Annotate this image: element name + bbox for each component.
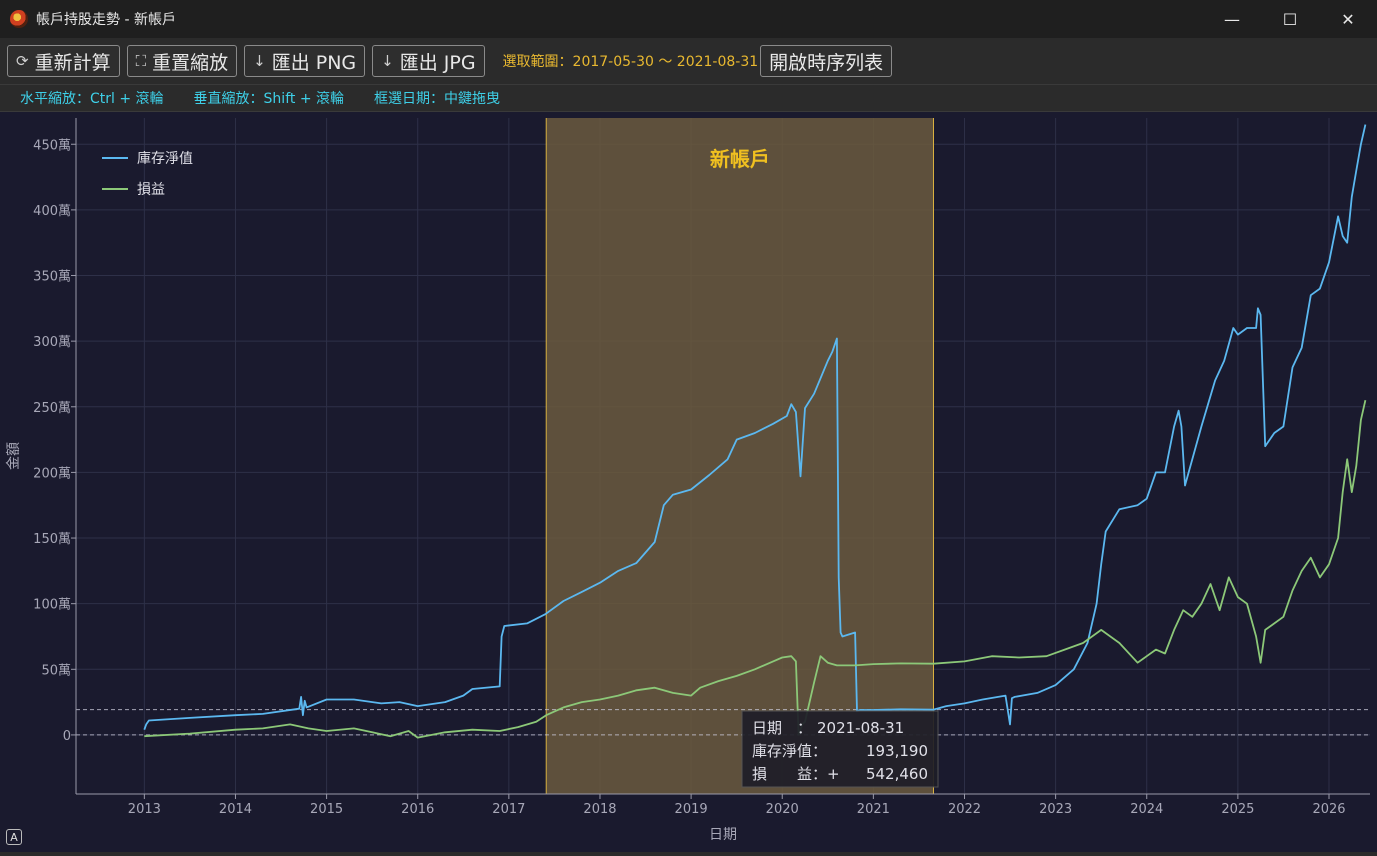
refresh-icon: ⟳ bbox=[16, 52, 29, 70]
legend-label: 損益 bbox=[137, 182, 165, 198]
y-tick-label: 250萬 bbox=[33, 401, 71, 416]
y-tick-label: 100萬 bbox=[33, 598, 71, 613]
x-tick-label: 2020 bbox=[766, 802, 799, 817]
highlight-label: 新帳戶 bbox=[710, 147, 770, 171]
title-bar: 帳戶持股走勢 - 新帳戶 — ☐ ✕ bbox=[0, 0, 1377, 38]
y-tick-label: 300萬 bbox=[33, 335, 71, 350]
y-tick-label: 50萬 bbox=[41, 663, 71, 678]
reset-zoom-button[interactable]: ⛶ 重置縮放 bbox=[126, 45, 238, 77]
x-tick-label: 2024 bbox=[1130, 802, 1163, 817]
export-png-label: 匯出 PNG bbox=[271, 51, 357, 74]
chart-svg[interactable]: 新帳戶 2013 2014 2015 2016 2017 2018 2019 2020 2021… bbox=[0, 112, 1377, 852]
y-tick-label: 400萬 bbox=[33, 204, 71, 219]
y-tick-label: 200萬 bbox=[33, 466, 71, 481]
auto-scale-icon[interactable]: A bbox=[6, 829, 22, 845]
export-jpg-label: 匯出 JPG bbox=[399, 51, 476, 74]
tooltip-net-value-label: 庫存淨值： bbox=[752, 742, 827, 760]
x-tick-label: 2019 bbox=[675, 802, 708, 817]
y-tick-label: 350萬 bbox=[33, 270, 71, 285]
highlight-band bbox=[546, 118, 934, 794]
tooltip: 日期 ： 2021-08-31 庫存淨值： 193,190 損 益：+ 542,460 bbox=[741, 710, 939, 788]
x-tick-label: 2025 bbox=[1221, 802, 1254, 817]
x-tick-label: 2016 bbox=[401, 802, 434, 817]
hint-box-select: 框選日期：中鍵拖曳 bbox=[374, 91, 500, 107]
x-tick-label: 2013 bbox=[128, 802, 161, 817]
download-icon: ↓ bbox=[253, 52, 266, 70]
tooltip-date-value: 2021-08-31 bbox=[817, 719, 904, 737]
tooltip-pnl-value: 542,460 bbox=[866, 765, 928, 783]
fit-screen-icon: ⛶ bbox=[135, 52, 147, 70]
recalc-label: 重新計算 bbox=[34, 51, 111, 74]
open-table-label: 開啟時序列表 bbox=[769, 51, 884, 74]
maximize-button[interactable]: ☐ bbox=[1261, 0, 1319, 38]
y-tick-label: 150萬 bbox=[33, 532, 71, 547]
x-tick-label: 2023 bbox=[1039, 802, 1072, 817]
x-tick-label: 2018 bbox=[583, 802, 616, 817]
y-tick-label: 0 bbox=[63, 729, 71, 744]
tooltip-date-label: 日期 ： bbox=[752, 719, 812, 737]
x-tick-label: 2026 bbox=[1312, 802, 1345, 817]
x-tick-label: 2015 bbox=[310, 802, 343, 817]
hint-horizontal-zoom: 水平縮放：Ctrl + 滾輪 bbox=[20, 91, 164, 107]
tooltip-net-value-value: 193,190 bbox=[866, 742, 928, 760]
reset-zoom-label: 重置縮放 bbox=[152, 51, 229, 74]
y-axis-label: 金額 bbox=[6, 442, 22, 470]
app-icon bbox=[10, 10, 28, 28]
hint-bar: 水平縮放：Ctrl + 滾輪 垂直縮放：Shift + 滾輪 框選日期：中鍵拖曳 bbox=[0, 84, 1377, 112]
x-tick-label: 2022 bbox=[948, 802, 981, 817]
legend-label: 庫存淨值 bbox=[137, 150, 193, 167]
window-controls: — ☐ ✕ bbox=[1203, 0, 1377, 38]
chart-area[interactable]: 新帳戶 2013 2014 2015 2016 2017 2018 2019 2020 2021… bbox=[0, 112, 1377, 852]
tooltip-pnl-label: 損 益：+ bbox=[752, 765, 840, 783]
toolbar: ⟳ 重新計算 ⛶ 重置縮放 ↓ 匯出 PNG ↓ 匯出 JPG 選取範圍：201… bbox=[0, 38, 1377, 84]
x-axis-label: 日期 bbox=[709, 827, 737, 843]
minimize-button[interactable]: — bbox=[1203, 0, 1261, 38]
selection-range-label: 選取範圍：2017-05-30 ～ 2021-08-31 bbox=[502, 54, 759, 70]
recalc-button[interactable]: ⟳ 重新計算 bbox=[7, 45, 120, 77]
x-tick-label: 2017 bbox=[492, 802, 525, 817]
hint-vertical-zoom: 垂直縮放：Shift + 滾輪 bbox=[193, 91, 344, 107]
download-icon: ↓ bbox=[381, 52, 394, 70]
close-button[interactable]: ✕ bbox=[1319, 0, 1377, 38]
export-png-button[interactable]: ↓ 匯出 PNG bbox=[244, 45, 366, 77]
x-tick-label: 2021 bbox=[857, 802, 890, 817]
open-table-button[interactable]: 開啟時序列表 bbox=[760, 45, 893, 77]
export-jpg-button[interactable]: ↓ 匯出 JPG bbox=[372, 45, 485, 77]
y-tick-label: 450萬 bbox=[33, 138, 71, 153]
window-title: 帳戶持股走勢 - 新帳戶 bbox=[36, 12, 176, 28]
x-tick-label: 2014 bbox=[219, 802, 252, 817]
highlight-region: 新帳戶 bbox=[545, 118, 935, 794]
